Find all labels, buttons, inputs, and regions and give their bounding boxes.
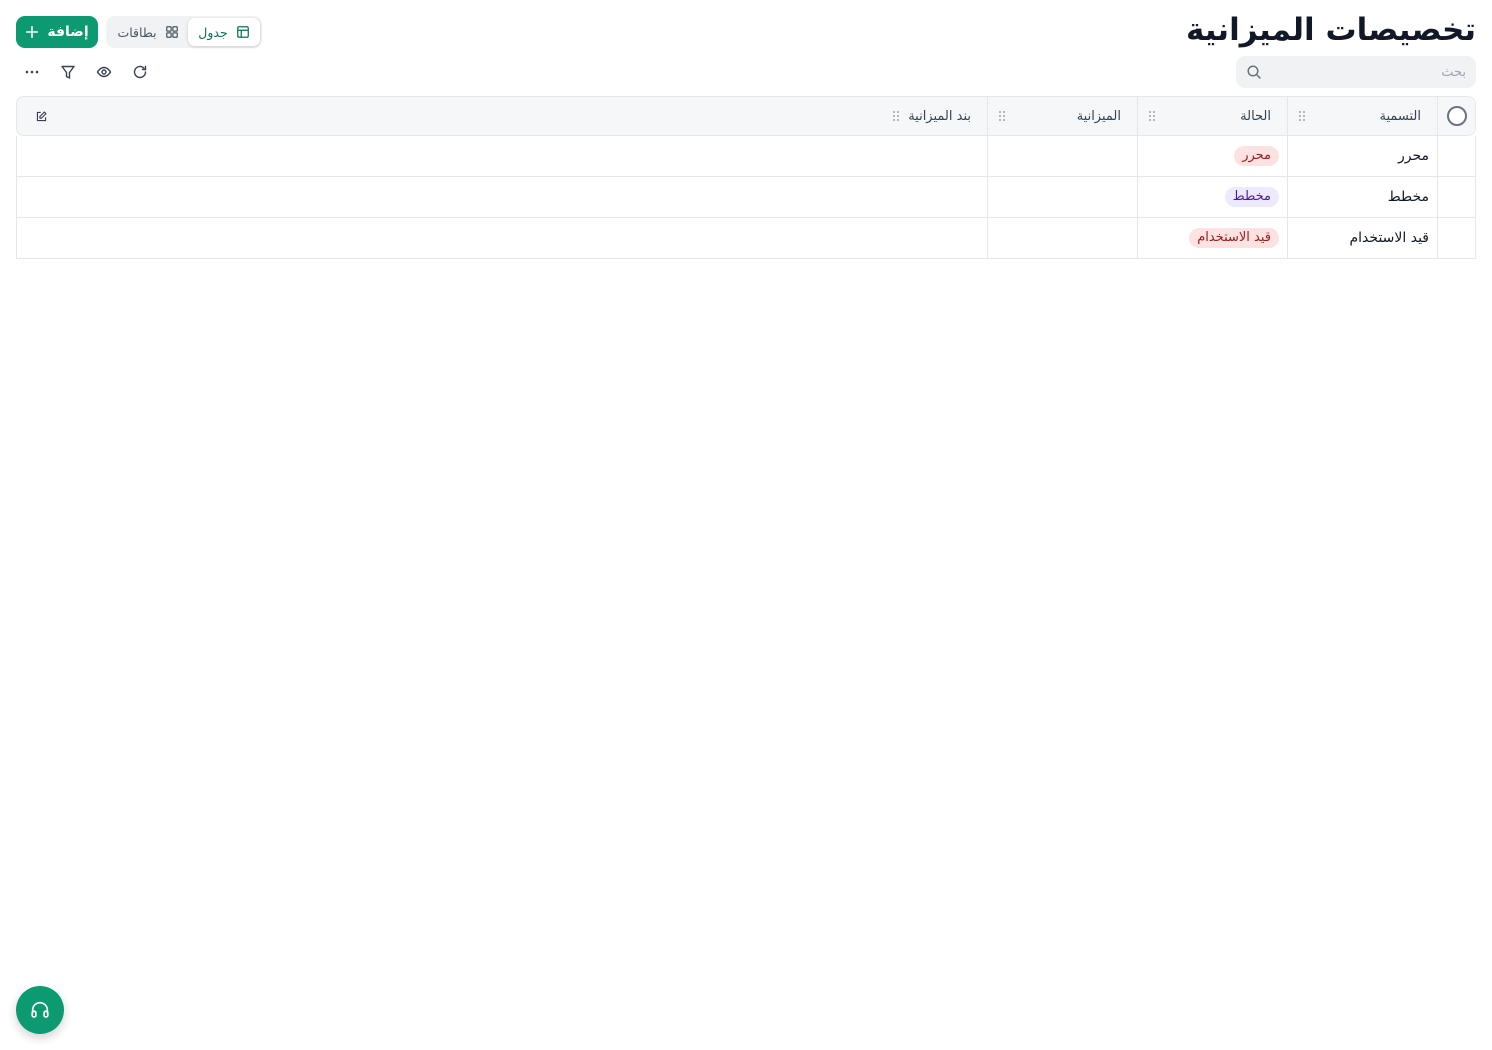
page: تخصيصات الميزانية إضافة جدول بطاقات بحث … (0, 0, 1492, 1050)
view-tab-cards[interactable]: بطاقات (108, 18, 188, 46)
status-badge: قيد الاستخدام (1189, 228, 1279, 248)
table-icon (236, 26, 249, 38)
column-header-label: بند الميزانية (908, 108, 971, 124)
add-button-label: إضافة (47, 24, 89, 40)
cell-budget-item (17, 218, 987, 258)
visibility-button[interactable] (88, 56, 120, 88)
table-header: التسمية الحالة الميزانية بند الميزانية (16, 96, 1476, 136)
edit-columns-button[interactable] (29, 104, 53, 128)
grid-icon (165, 26, 178, 38)
cell-status: محرر (1137, 136, 1287, 176)
table-body: محرر محرر مخطط مخطط قيد الاستخدام قيد ال… (16, 136, 1476, 259)
column-header-label: الميزانية (1076, 108, 1121, 124)
column-header-label: الحالة (1240, 108, 1271, 124)
search-icon (1246, 64, 1262, 80)
edit-icon (36, 110, 47, 121)
more-icon (25, 70, 39, 74)
view-toggle: جدول بطاقات (106, 16, 262, 48)
cell-budget-item (17, 177, 987, 217)
table-row[interactable]: قيد الاستخدام قيد الاستخدام (16, 218, 1476, 259)
refresh-button[interactable] (124, 56, 156, 88)
cell-budget (987, 136, 1137, 176)
select-all-checkbox[interactable] (1446, 106, 1467, 126)
table-toolbar (16, 56, 156, 88)
drag-handle-icon[interactable] (1146, 108, 1158, 124)
cell-name: قيد الاستخدام (1287, 218, 1437, 258)
row-select-cell[interactable] (1437, 136, 1475, 176)
status-badge: محرر (1234, 146, 1279, 166)
filter-icon (61, 65, 75, 79)
cell-name: مخطط (1287, 177, 1437, 217)
drag-handle-icon[interactable] (890, 108, 902, 124)
column-header-label: التسمية (1379, 108, 1421, 124)
row-select-cell[interactable] (1437, 177, 1475, 217)
cell-status: مخطط (1137, 177, 1287, 217)
cell-budget-item (17, 136, 987, 176)
plus-icon (26, 25, 39, 39)
headset-icon (31, 1001, 49, 1018)
drag-handle-icon[interactable] (996, 108, 1008, 124)
row-select-cell[interactable] (1437, 218, 1475, 258)
search-input[interactable] (1262, 64, 1466, 80)
view-tab-table[interactable]: جدول (188, 18, 260, 46)
column-header-status[interactable]: الحالة (1137, 97, 1287, 135)
more-button[interactable] (16, 56, 48, 88)
refresh-icon (133, 65, 147, 79)
support-button[interactable] (16, 986, 64, 1034)
cell-name: محرر (1287, 136, 1437, 176)
add-button[interactable]: إضافة (16, 16, 98, 48)
column-header-budget-item[interactable]: بند الميزانية (17, 97, 987, 135)
filter-button[interactable] (52, 56, 84, 88)
table-row[interactable]: محرر محرر (16, 136, 1476, 177)
cell-budget (987, 177, 1137, 217)
header-select-cell (1437, 97, 1475, 135)
column-header-name[interactable]: التسمية (1287, 97, 1437, 135)
column-header-budget[interactable]: الميزانية (987, 97, 1137, 135)
table-row[interactable]: مخطط مخطط (16, 177, 1476, 218)
drag-handle-icon[interactable] (1296, 108, 1308, 124)
view-tab-table-label: جدول (198, 24, 228, 40)
budget-allocations-table: التسمية الحالة الميزانية بند الميزانية م… (16, 96, 1476, 259)
cell-budget (987, 218, 1137, 258)
view-tab-cards-label: بطاقات (117, 24, 157, 40)
eye-icon (96, 66, 112, 78)
search-box (1236, 56, 1476, 88)
status-badge: مخطط (1224, 187, 1279, 207)
page-title: تخصيصات الميزانية (1185, 12, 1476, 48)
cell-status: قيد الاستخدام (1137, 218, 1287, 258)
